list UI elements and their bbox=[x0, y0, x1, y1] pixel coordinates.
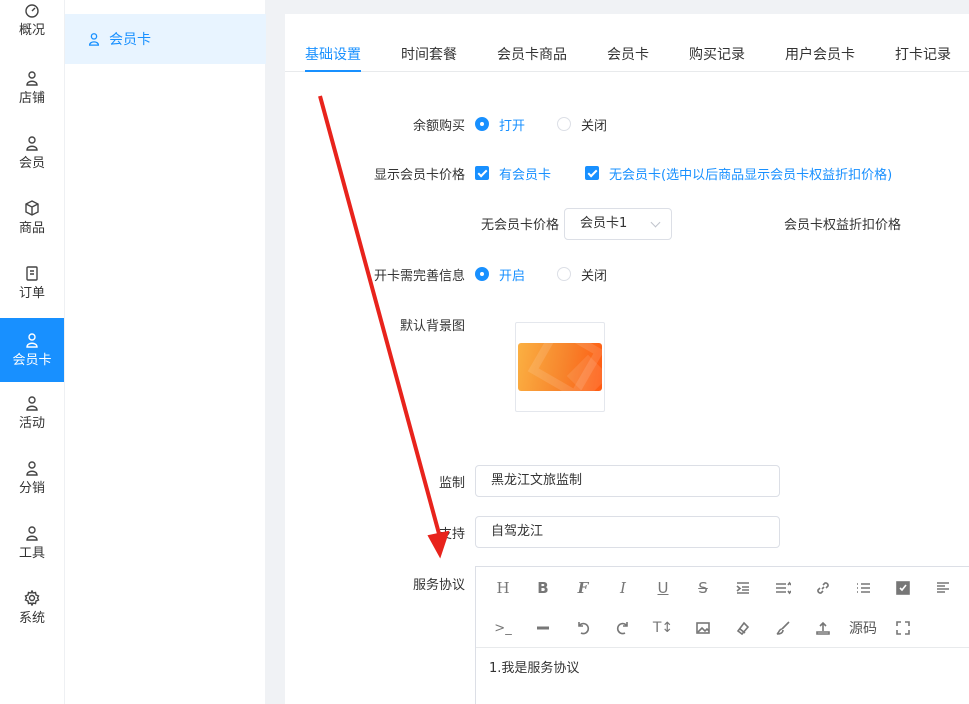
balance-purchase-on-radio[interactable] bbox=[475, 117, 489, 131]
line-height-icon[interactable] bbox=[771, 576, 795, 600]
card-background-image bbox=[518, 343, 602, 391]
nav-label: 工具 bbox=[18, 546, 45, 561]
tab-basic-settings[interactable]: 基础设置 bbox=[305, 44, 361, 64]
user-icon bbox=[26, 396, 38, 411]
user-icon bbox=[26, 461, 38, 476]
has-card-checkbox[interactable] bbox=[475, 166, 489, 180]
upload-icon[interactable] bbox=[811, 616, 835, 640]
editor-content[interactable]: 1.我是服务协议 bbox=[489, 657, 579, 676]
supervise-input[interactable]: 黑龙江文旅监制 bbox=[475, 465, 780, 497]
rich-text-editor: H B F I U S >_ T↕ 源码 1.我是服务协议 bbox=[475, 566, 969, 704]
bullet-list-icon[interactable] bbox=[851, 576, 875, 600]
active-tab-indicator bbox=[305, 70, 361, 72]
balance-purchase-off-radio[interactable] bbox=[557, 117, 571, 131]
nav-label: 概况 bbox=[18, 23, 45, 38]
image-icon[interactable] bbox=[691, 616, 715, 640]
balance-purchase-on-text[interactable]: 打开 bbox=[499, 115, 525, 134]
nav-item-system[interactable]: 系统 bbox=[0, 576, 64, 640]
nav-label: 系统 bbox=[18, 611, 45, 626]
tab-bar: 基础设置 时间套餐 会员卡商品 会员卡 购买记录 用户会员卡 打卡记录 bbox=[285, 14, 969, 72]
subnav-label: 会员卡 bbox=[109, 32, 151, 48]
subnav-item-membership-card[interactable]: 会员卡 bbox=[65, 14, 266, 64]
no-card-text[interactable]: 无会员卡(选中以后商品显示会员卡权益折扣价格) bbox=[609, 164, 892, 183]
link-icon[interactable] bbox=[811, 576, 835, 600]
chevron-down-icon bbox=[650, 217, 661, 228]
strikethrough-icon[interactable]: S bbox=[691, 576, 715, 600]
undo-icon[interactable] bbox=[571, 616, 595, 640]
checkbox-icon[interactable] bbox=[891, 576, 915, 600]
dashboard-icon bbox=[25, 4, 39, 18]
require-info-off-radio[interactable] bbox=[557, 267, 571, 281]
require-info-label: 开卡需完善信息 bbox=[373, 269, 465, 284]
nav-item-orders[interactable]: 订单 bbox=[0, 251, 64, 315]
user-icon bbox=[26, 333, 38, 348]
support-input[interactable]: 自驾龙江 bbox=[475, 516, 780, 548]
no-card-price-label: 无会员卡价格 bbox=[480, 218, 559, 233]
tab-user-cards[interactable]: 用户会员卡 bbox=[785, 44, 855, 64]
nav-item-membership-card[interactable]: 会员卡 bbox=[0, 318, 64, 382]
clipboard-icon bbox=[26, 266, 38, 281]
heading-icon[interactable]: H bbox=[491, 576, 515, 600]
nav-label: 商品 bbox=[18, 221, 45, 236]
discount-price-label: 会员卡权益折扣价格 bbox=[784, 218, 902, 233]
require-info-off-text[interactable]: 关闭 bbox=[581, 265, 607, 284]
agreement-label: 服务协议 bbox=[412, 578, 465, 593]
redo-icon[interactable] bbox=[611, 616, 635, 640]
underline-icon[interactable]: U bbox=[651, 576, 675, 600]
no-card-checkbox[interactable] bbox=[585, 166, 599, 180]
default-bg-label: 默认背景图 bbox=[399, 319, 465, 334]
has-card-text[interactable]: 有会员卡 bbox=[499, 164, 551, 183]
font-icon[interactable]: F bbox=[571, 576, 595, 600]
nav-label: 活动 bbox=[18, 416, 45, 431]
source-code-button[interactable]: 源码 bbox=[849, 616, 877, 640]
nav-item-overview[interactable]: 概况 bbox=[0, 0, 64, 52]
main-panel: 基础设置 时间套餐 会员卡商品 会员卡 购买记录 用户会员卡 打卡记录 余额购买… bbox=[285, 14, 969, 704]
user-icon bbox=[26, 136, 38, 151]
nav-item-member[interactable]: 会员 bbox=[0, 121, 64, 185]
nav-item-goods[interactable]: 商品 bbox=[0, 186, 64, 250]
nav-item-shop[interactable]: 店铺 bbox=[0, 56, 64, 120]
editor-toolbar: H B F I U S >_ T↕ 源码 bbox=[476, 567, 969, 648]
user-icon bbox=[88, 33, 100, 46]
nav-label: 会员 bbox=[18, 156, 45, 171]
horizontal-rule-icon[interactable] bbox=[531, 616, 555, 640]
nav-label: 订单 bbox=[18, 286, 45, 301]
gear-icon bbox=[24, 590, 40, 606]
italic-icon[interactable]: I bbox=[611, 576, 635, 600]
default-bg-upload[interactable] bbox=[515, 322, 605, 412]
brush-icon[interactable] bbox=[771, 616, 795, 640]
secondary-sidebar: 会员卡 bbox=[64, 0, 266, 704]
box-icon bbox=[25, 200, 39, 216]
support-label: 支持 bbox=[438, 527, 465, 542]
tab-cards[interactable]: 会员卡 bbox=[607, 44, 649, 64]
bold-icon[interactable]: B bbox=[531, 576, 555, 600]
nav-item-activity[interactable]: 活动 bbox=[0, 381, 64, 445]
tab-purchase-records[interactable]: 购买记录 bbox=[689, 44, 745, 64]
user-icon bbox=[26, 526, 38, 541]
card-select[interactable]: 会员卡1 bbox=[564, 208, 672, 240]
user-icon bbox=[26, 71, 38, 86]
balance-purchase-off-text[interactable]: 关闭 bbox=[581, 115, 607, 134]
primary-sidebar: 概况 店铺 会员 商品 订单 会员卡 活动 分销 工具 系统 bbox=[0, 0, 64, 704]
indent-icon[interactable] bbox=[731, 576, 755, 600]
show-price-label: 显示会员卡价格 bbox=[373, 168, 465, 183]
require-info-on-text[interactable]: 开启 bbox=[499, 265, 525, 284]
align-left-icon[interactable] bbox=[931, 576, 955, 600]
code-icon[interactable]: >_ bbox=[491, 616, 515, 640]
nav-label: 会员卡 bbox=[12, 353, 52, 368]
nav-label: 分销 bbox=[18, 481, 45, 496]
balance-purchase-label: 余额购买 bbox=[412, 119, 465, 134]
nav-label: 店铺 bbox=[18, 91, 45, 106]
supervise-label: 监制 bbox=[438, 476, 465, 491]
tab-checkin-records[interactable]: 打卡记录 bbox=[895, 44, 951, 64]
require-info-on-radio[interactable] bbox=[475, 267, 489, 281]
tab-card-goods[interactable]: 会员卡商品 bbox=[497, 44, 567, 64]
nav-item-distribution[interactable]: 分销 bbox=[0, 446, 64, 510]
text-size-icon[interactable]: T↕ bbox=[651, 616, 675, 640]
fullscreen-icon[interactable] bbox=[891, 616, 915, 640]
nav-item-tools[interactable]: 工具 bbox=[0, 511, 64, 575]
card-select-value: 会员卡1 bbox=[580, 216, 628, 231]
eraser-icon[interactable] bbox=[731, 616, 755, 640]
tab-time-package[interactable]: 时间套餐 bbox=[401, 44, 457, 64]
